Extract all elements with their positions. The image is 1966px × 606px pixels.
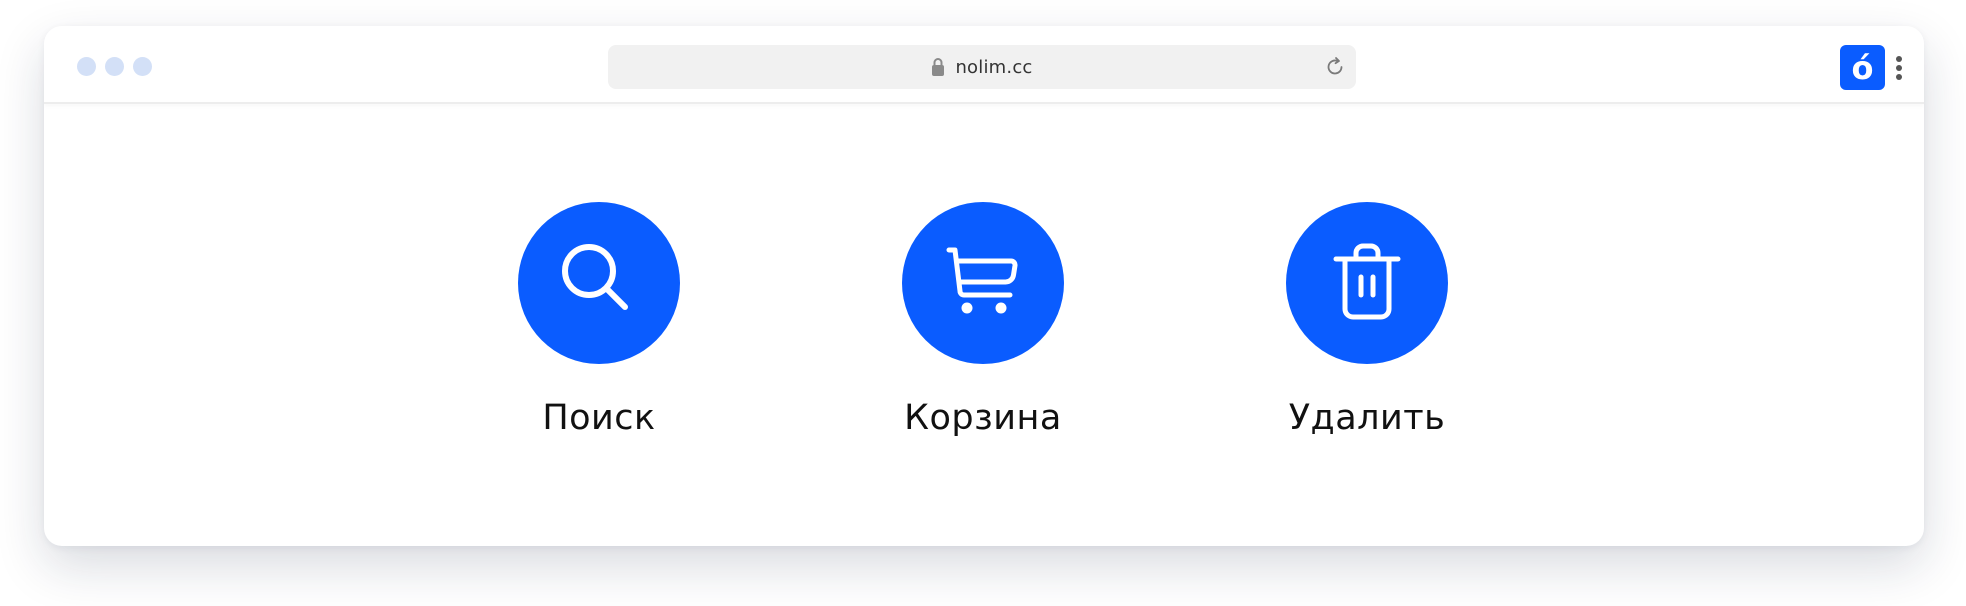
feature-delete[interactable]: Удалить: [1237, 202, 1497, 438]
feature-label: Удалить: [1288, 398, 1446, 438]
page-content: Поиск Корзина Удалить: [44, 104, 1924, 546]
feature-label: Корзина: [904, 398, 1062, 438]
browser-toolbar: nolim.cc ó: [44, 26, 1924, 104]
cart-button[interactable]: [902, 202, 1064, 364]
feature-cart[interactable]: Корзина: [853, 202, 1113, 438]
window-controls: [77, 57, 152, 76]
extension-button[interactable]: ó: [1840, 45, 1885, 90]
browser-window: nolim.cc ó Поиск Корзина Удалить: [44, 26, 1924, 546]
reload-icon[interactable]: [1324, 56, 1346, 78]
feature-search[interactable]: Поиск: [469, 202, 729, 438]
extension-logo: ó: [1851, 48, 1874, 87]
address-bar[interactable]: nolim.cc: [608, 45, 1356, 89]
window-close-button[interactable]: [77, 57, 96, 76]
search-icon: [562, 244, 628, 310]
trash-icon: [1333, 243, 1401, 320]
search-button[interactable]: [518, 202, 680, 364]
window-minimize-button[interactable]: [105, 57, 124, 76]
delete-button[interactable]: [1286, 202, 1448, 364]
cart-icon: [946, 247, 1018, 314]
window-maximize-button[interactable]: [133, 57, 152, 76]
kebab-menu-icon[interactable]: [1896, 56, 1902, 80]
lock-icon: [932, 58, 945, 76]
feature-label: Поиск: [542, 398, 656, 438]
url-text: nolim.cc: [955, 56, 1033, 78]
